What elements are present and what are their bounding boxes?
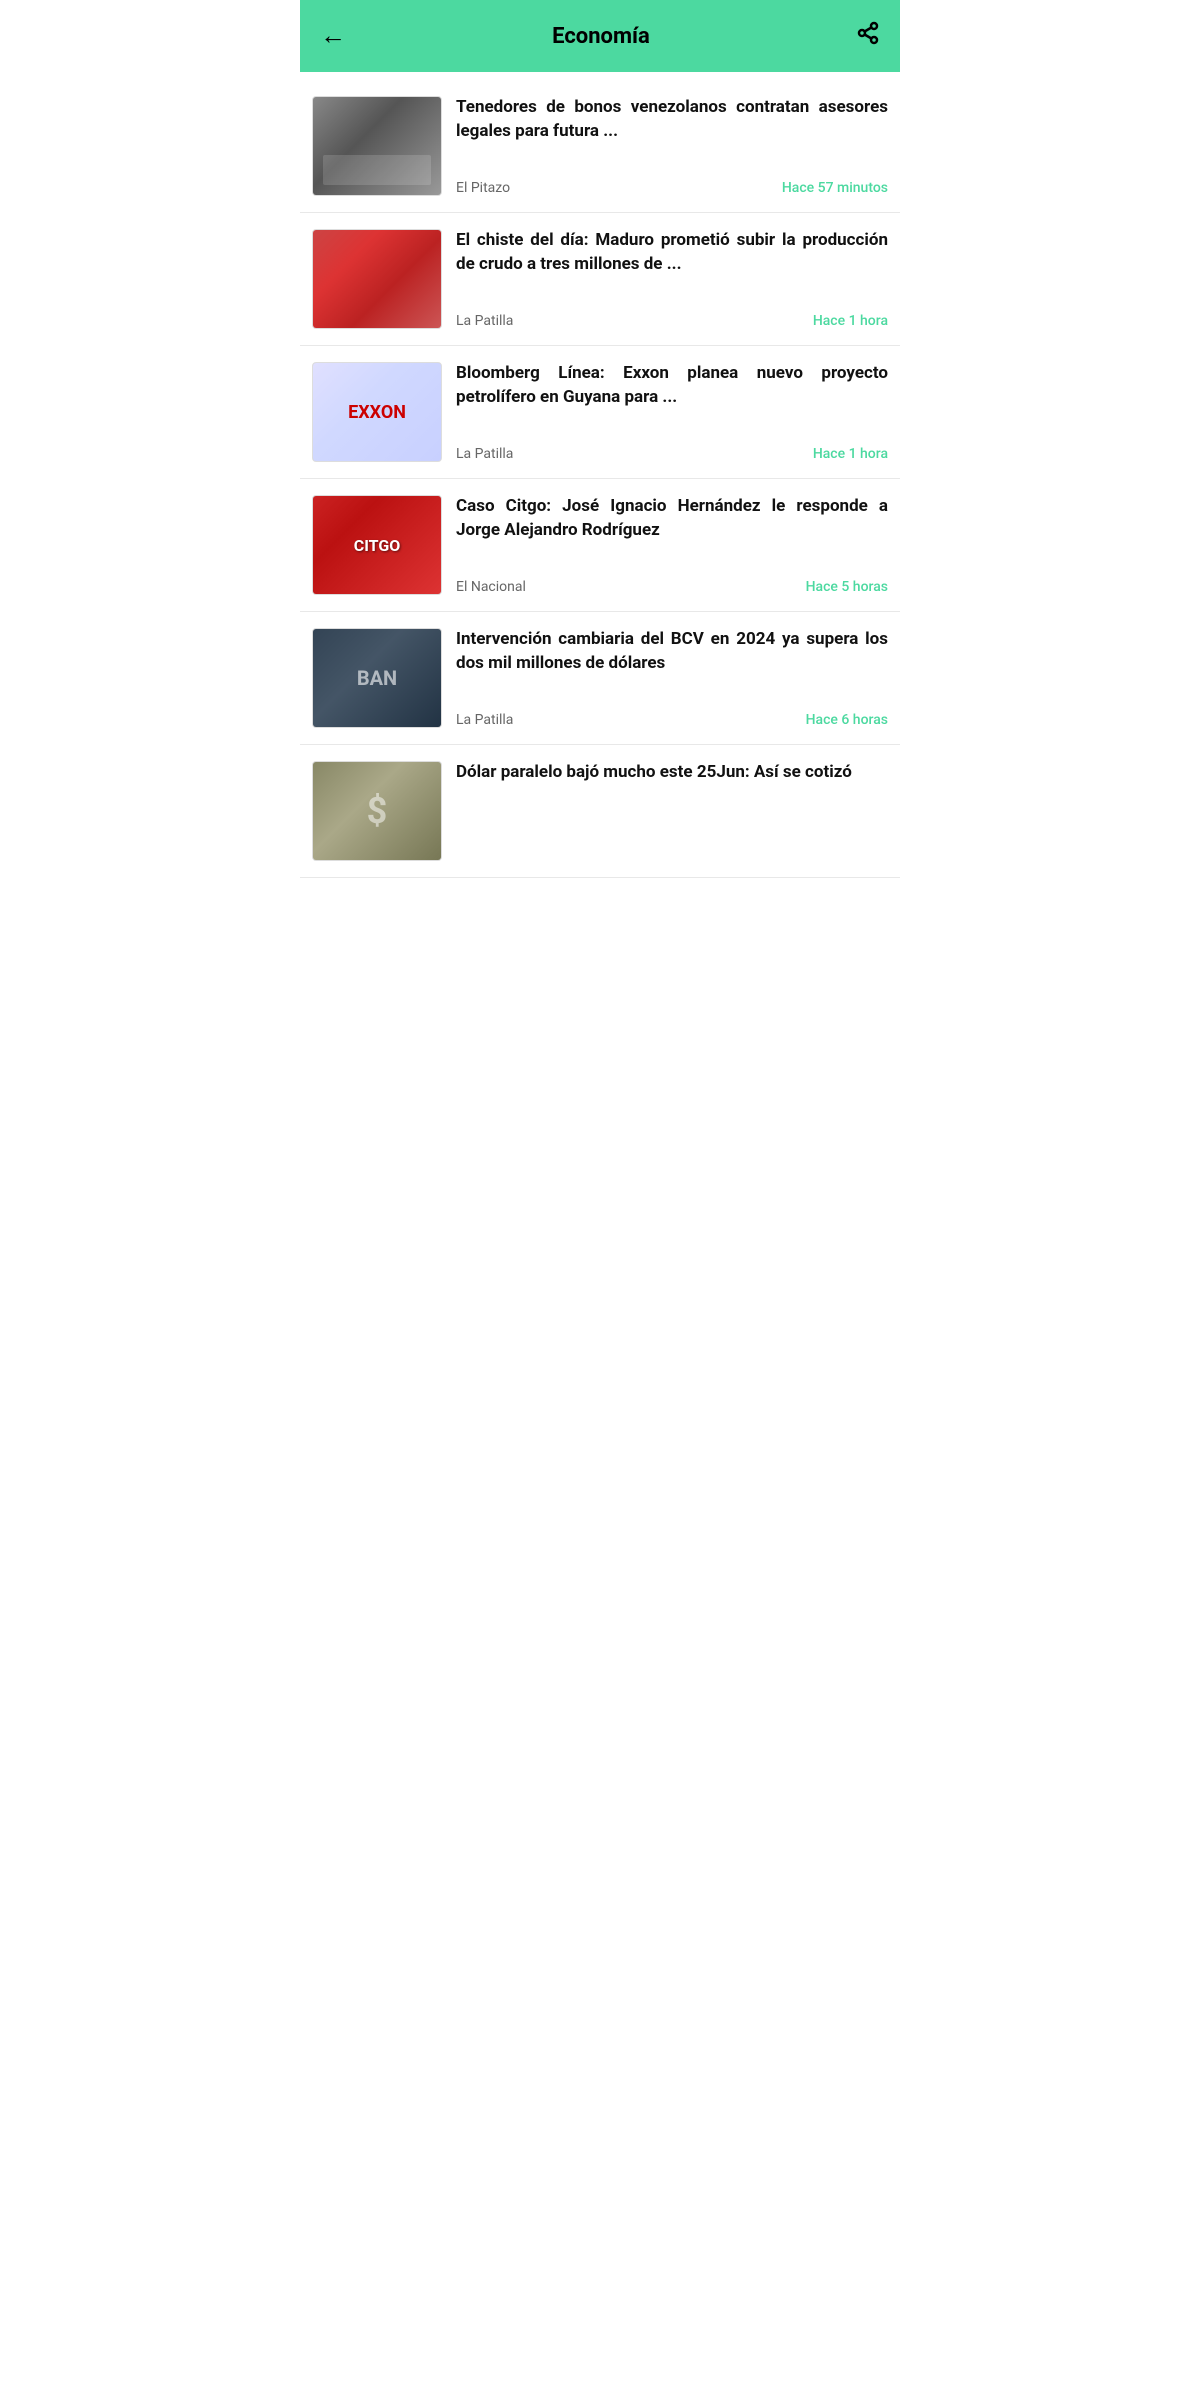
news-thumbnail-6	[312, 761, 442, 861]
news-thumbnail-5	[312, 628, 442, 728]
news-thumbnail-4	[312, 495, 442, 595]
news-content-1: Tenedores de bonos venezolanos contratan…	[456, 96, 888, 196]
news-title-2: El chiste del día: Maduro prometió subir…	[456, 229, 888, 277]
news-title-1: Tenedores de bonos venezolanos contratan…	[456, 96, 888, 144]
news-content-4: Caso Citgo: José Ignacio Hernández le re…	[456, 495, 888, 595]
news-title-4: Caso Citgo: José Ignacio Hernández le re…	[456, 495, 888, 543]
news-item-2[interactable]: El chiste del día: Maduro prometió subir…	[300, 213, 900, 346]
news-source-2: La Patilla	[456, 313, 513, 329]
news-time-3: Hace 1 hora	[813, 446, 888, 462]
news-time-1: Hace 57 minutos	[782, 180, 888, 196]
share-button[interactable]	[856, 21, 880, 51]
news-meta-5: La Patilla Hace 6 horas	[456, 712, 888, 728]
news-content-2: El chiste del día: Maduro prometió subir…	[456, 229, 888, 329]
page-title: Economía	[552, 24, 650, 49]
news-source-3: La Patilla	[456, 446, 513, 462]
news-source-4: El Nacional	[456, 579, 526, 595]
news-item-1[interactable]: Tenedores de bonos venezolanos contratan…	[300, 80, 900, 213]
news-meta-2: La Patilla Hace 1 hora	[456, 313, 888, 329]
news-title-6: Dólar paralelo bajó mucho este 25Jun: As…	[456, 761, 888, 785]
news-time-5: Hace 6 horas	[806, 712, 888, 728]
news-content-6: Dólar paralelo bajó mucho este 25Jun: As…	[456, 761, 888, 861]
back-button[interactable]: ←	[320, 23, 346, 49]
news-time-4: Hace 5 horas	[806, 579, 888, 595]
news-item-5[interactable]: Intervención cambiaria del BCV en 2024 y…	[300, 612, 900, 745]
news-source-5: La Patilla	[456, 712, 513, 728]
news-time-2: Hace 1 hora	[813, 313, 888, 329]
news-item-6[interactable]: Dólar paralelo bajó mucho este 25Jun: As…	[300, 745, 900, 878]
news-content-5: Intervención cambiaria del BCV en 2024 y…	[456, 628, 888, 728]
app-header: ← Economía	[300, 0, 900, 72]
news-item-3[interactable]: Bloomberg Línea: Exxon planea nuevo proy…	[300, 346, 900, 479]
news-thumbnail-1	[312, 96, 442, 196]
news-list: Tenedores de bonos venezolanos contratan…	[300, 72, 900, 886]
news-meta-3: La Patilla Hace 1 hora	[456, 446, 888, 462]
news-content-3: Bloomberg Línea: Exxon planea nuevo proy…	[456, 362, 888, 462]
news-title-5: Intervención cambiaria del BCV en 2024 y…	[456, 628, 888, 676]
news-source-1: El Pitazo	[456, 180, 510, 196]
news-meta-4: El Nacional Hace 5 horas	[456, 579, 888, 595]
news-thumbnail-3	[312, 362, 442, 462]
news-item-4[interactable]: Caso Citgo: José Ignacio Hernández le re…	[300, 479, 900, 612]
news-thumbnail-2	[312, 229, 442, 329]
news-title-3: Bloomberg Línea: Exxon planea nuevo proy…	[456, 362, 888, 410]
news-meta-1: El Pitazo Hace 57 minutos	[456, 180, 888, 196]
